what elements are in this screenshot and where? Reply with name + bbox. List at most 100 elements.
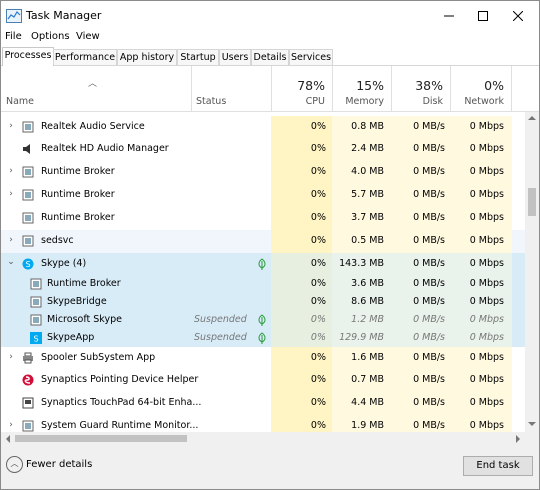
memory-value: 2.4 MB: [351, 143, 384, 154]
service-icon: [22, 189, 34, 201]
service-icon: [22, 121, 34, 133]
header-name-label: Name: [6, 96, 35, 107]
process-name: Runtime Broker: [47, 278, 121, 289]
table-row[interactable]: Synaptics Pointing Device Helper 0% 0.7 …: [1, 369, 525, 392]
table-row[interactable]: ⌄ S Skype (4) 0% 143.3 MB 0 MB/s 0 Mbps: [1, 253, 525, 275]
menu-file[interactable]: File: [5, 31, 22, 42]
memory-value: 8.6 MB: [351, 296, 384, 307]
window-title: Task Manager: [26, 9, 102, 22]
scroll-right-icon[interactable]: [515, 435, 521, 443]
header-network-label: Network: [464, 96, 504, 107]
table-row[interactable]: S SkypeApp Suspended 0% 129.9 MB 0 MB/s …: [1, 329, 525, 347]
collapse-chevron-icon[interactable]: ⌄: [6, 257, 16, 267]
process-name: sedsvc: [41, 235, 74, 246]
header-cpu-percent: 78%: [297, 78, 325, 93]
close-icon: [513, 11, 523, 21]
table-row[interactable]: › Realtek Audio Service 0% 0.8 MB 0 MB/s…: [1, 116, 525, 138]
vertical-scrollbar[interactable]: [525, 112, 539, 432]
disk-value: 0 MB/s: [413, 314, 445, 325]
cpu-value: 0%: [310, 121, 326, 132]
header-disk[interactable]: 38% Disk: [391, 66, 451, 111]
process-name: Realtek Audio Service: [41, 121, 145, 132]
expand-chevron-icon[interactable]: ›: [6, 420, 16, 430]
table-row[interactable]: SkypeBridge 0% 8.6 MB 0 MB/s 0 Mbps: [1, 293, 525, 311]
table-row[interactable]: › Runtime Broker 0% 4.0 MB 0 MB/s 0 Mbps: [1, 161, 525, 184]
close-button[interactable]: [501, 1, 535, 31]
disk-value: 0 MB/s: [413, 258, 445, 269]
horizontal-scrollbar[interactable]: [1, 432, 539, 445]
menu-view[interactable]: View: [76, 31, 100, 42]
minimize-button[interactable]: [432, 1, 466, 31]
header-name[interactable]: ︿ Name: [1, 66, 191, 111]
tab-bar: Processes Performance App history Startu…: [1, 47, 539, 66]
collapse-up-icon[interactable]: ︿: [6, 456, 23, 473]
memory-value: 3.7 MB: [351, 212, 384, 223]
table-row[interactable]: Runtime Broker 0% 3.7 MB 0 MB/s 0 Mbps: [1, 207, 525, 230]
scroll-left-icon[interactable]: [5, 435, 11, 443]
process-list: › Realtek Audio Service 0% 0.8 MB 0 MB/s…: [1, 112, 525, 432]
header-network[interactable]: 0% Network: [450, 66, 512, 111]
network-value: 0 Mbps: [469, 314, 504, 325]
disk-value: 0 MB/s: [413, 189, 445, 200]
task-manager-icon: [6, 9, 22, 23]
memory-value: 5.7 MB: [351, 189, 384, 200]
service-icon: [30, 314, 42, 326]
footer: ︿ Fewer details End task: [1, 445, 539, 489]
process-name: System Guard Runtime Monitor...: [41, 420, 199, 431]
disk-value: 0 MB/s: [413, 235, 445, 246]
header-memory-label: Memory: [345, 96, 384, 107]
status-text: Suspended: [194, 314, 247, 325]
menu-options[interactable]: Options: [31, 31, 70, 42]
tab-startup[interactable]: Startup: [177, 49, 219, 65]
end-task-button[interactable]: End task: [463, 456, 533, 476]
network-value: 0 Mbps: [469, 296, 504, 307]
table-row[interactable]: Runtime Broker 0% 3.6 MB 0 MB/s 0 Mbps: [1, 275, 525, 293]
scroll-down-icon[interactable]: [528, 421, 536, 427]
header-memory[interactable]: 15% Memory: [332, 66, 392, 111]
title-bar: Task Manager: [1, 1, 539, 31]
header-disk-label: Disk: [422, 96, 443, 107]
table-row[interactable]: › System Guard Runtime Monitor... 0% 1.9…: [1, 415, 525, 432]
header-status[interactable]: Status: [191, 66, 272, 111]
tab-services[interactable]: Services: [289, 49, 333, 65]
header-status-label: Status: [196, 96, 227, 107]
expand-chevron-icon[interactable]: ›: [6, 352, 16, 362]
table-row[interactable]: › sedsvc 0% 0.5 MB 0 MB/s 0 Mbps: [1, 230, 525, 253]
expand-chevron-icon[interactable]: ›: [6, 189, 16, 199]
table-row[interactable]: Realtek HD Audio Manager 0% 2.4 MB 0 MB/…: [1, 138, 525, 161]
process-name: Microsoft Skype: [47, 314, 122, 325]
network-value: 0 Mbps: [469, 420, 504, 431]
maximize-button[interactable]: [466, 1, 500, 31]
column-header: ︿ Name Status 78% CPU 15% Memory 38% Dis…: [1, 66, 539, 112]
expand-chevron-icon[interactable]: ›: [6, 121, 16, 131]
table-row[interactable]: Synaptics TouchPad 64-bit Enha... 0% 4.4…: [1, 392, 525, 415]
svg-text:S: S: [33, 335, 38, 344]
vertical-scroll-thumb[interactable]: [528, 188, 536, 216]
fewer-details-link[interactable]: Fewer details: [26, 459, 92, 470]
tab-performance[interactable]: Performance: [53, 49, 117, 65]
suspended-leaf-icon: [258, 258, 266, 270]
horizontal-scroll-thumb[interactable]: [15, 435, 187, 442]
network-value: 0 Mbps: [469, 374, 504, 385]
service-icon: [30, 278, 42, 290]
header-cpu-label: CPU: [305, 96, 325, 107]
menu-bar: File Options View: [1, 29, 539, 45]
minimize-icon: [444, 15, 454, 17]
expand-chevron-icon[interactable]: ›: [6, 235, 16, 245]
header-disk-percent: 38%: [415, 78, 443, 93]
header-cpu[interactable]: 78% CPU: [271, 66, 333, 111]
memory-value: 1.2 MB: [351, 314, 384, 325]
tab-processes[interactable]: Processes: [2, 47, 54, 66]
header-extra: [511, 66, 539, 111]
tab-app-history[interactable]: App history: [117, 49, 177, 65]
disk-value: 0 MB/s: [413, 296, 445, 307]
table-row[interactable]: › Runtime Broker 0% 5.7 MB 0 MB/s 0 Mbps: [1, 184, 525, 207]
network-value: 0 Mbps: [469, 332, 504, 343]
table-row[interactable]: › Spooler SubSystem App 0% 1.6 MB 0 MB/s…: [1, 347, 525, 369]
scroll-up-icon[interactable]: [528, 115, 536, 121]
tab-users[interactable]: Users: [219, 49, 251, 65]
table-row[interactable]: Microsoft Skype Suspended 0% 1.2 MB 0 MB…: [1, 311, 525, 329]
memory-value: 3.6 MB: [351, 278, 384, 289]
tab-details[interactable]: Details: [251, 49, 289, 65]
expand-chevron-icon[interactable]: ›: [6, 166, 16, 176]
